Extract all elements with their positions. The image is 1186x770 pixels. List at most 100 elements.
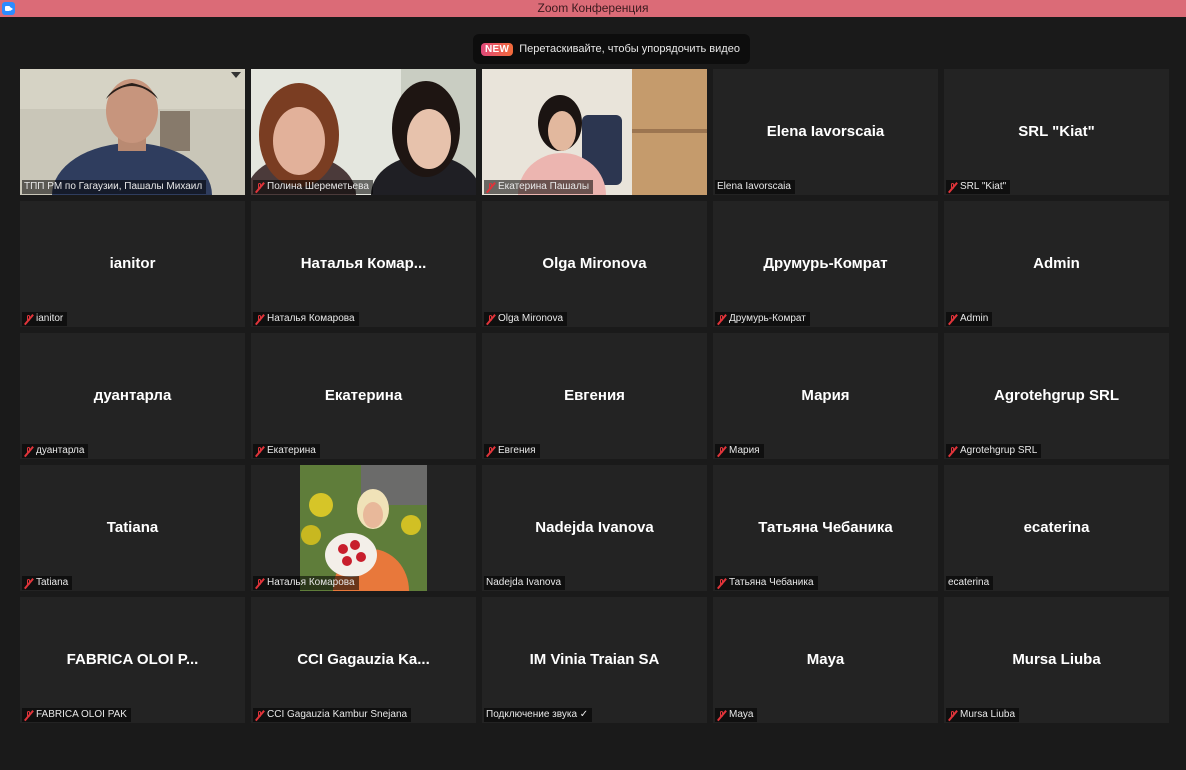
mic-muted-icon — [24, 314, 33, 325]
mic-muted-icon — [486, 314, 495, 325]
mic-muted-icon — [255, 314, 264, 325]
participant-tile[interactable]: SRL "Kiat" SRL "Kiat" — [944, 69, 1169, 195]
participant-tile[interactable]: Maya Maya — [713, 597, 938, 723]
participant-video — [251, 69, 476, 195]
participant-display-name: Elena Iavorscaia — [766, 123, 885, 140]
participant-nameplate: Elena Iavorscaia — [715, 180, 795, 194]
participant-tile[interactable]: Евгения Евгения — [482, 333, 707, 459]
participant-tile[interactable]: Наталья Комарова — [251, 465, 476, 591]
participant-nameplate: Екатерина Пашалы — [484, 180, 594, 194]
tooltip-text: Перетаскивайте, чтобы упорядочить видео — [519, 43, 740, 55]
participant-tile[interactable]: Tatiana Tatiana — [20, 465, 245, 591]
participant-display-name: Екатерина — [324, 387, 403, 404]
participant-tile[interactable]: ТПП РМ по Гагаузии, Пашалы Михаил — [20, 69, 245, 195]
title-bar: Zoom Конференция — [0, 0, 1186, 17]
new-badge: NEW — [481, 42, 514, 56]
drag-reorder-tooltip: NEW Перетаскивайте, чтобы упорядочить ви… — [473, 34, 750, 64]
mic-muted-icon — [255, 710, 264, 721]
mic-muted-icon — [948, 446, 957, 457]
tile-menu-icon[interactable] — [231, 72, 241, 78]
participant-nameplate: Екатерина — [253, 444, 320, 458]
participant-display-name: ianitor — [109, 255, 156, 272]
mic-muted-icon — [24, 578, 33, 589]
participant-display-name: Mursa Liuba — [1012, 651, 1101, 668]
mic-muted-icon — [255, 182, 264, 193]
participant-nameplate: ТПП РМ по Гагаузии, Пашалы Михаил — [22, 180, 207, 194]
mic-muted-icon — [486, 182, 495, 193]
participant-name-label: Mursa Liuba — [960, 709, 1016, 720]
participant-photo — [251, 465, 476, 591]
mic-muted-icon — [255, 446, 264, 457]
participant-tile[interactable]: Татьяна Чебаника Татьяна Чебаника — [713, 465, 938, 591]
participant-video — [482, 69, 707, 195]
participant-name-label: Nadejda Ivanova — [486, 577, 562, 588]
participant-tile[interactable]: CCI Gagauzia Ka... CCI Gagauzia Kambur Sn… — [251, 597, 476, 723]
participant-display-name: Мария — [801, 387, 850, 404]
participant-display-name: Tatiana — [106, 519, 159, 536]
participant-name-label: Tatiana — [36, 577, 69, 588]
participant-name-label: SRL "Kiat" — [960, 181, 1007, 192]
participant-name-label: ecaterina — [948, 577, 990, 588]
participant-tile[interactable]: Mursa Liuba Mursa Liuba — [944, 597, 1169, 723]
mic-muted-icon — [717, 578, 726, 589]
participant-tile[interactable]: IM Vinia Traian SA Подключение звука ✓ — [482, 597, 707, 723]
participant-name-label: Татьяна Чебаника — [729, 577, 814, 588]
participant-nameplate: Евгения — [484, 444, 540, 458]
participant-display-name: IM Vinia Traian SA — [529, 651, 660, 668]
participant-name-label: Olga Mironova — [498, 313, 564, 324]
mic-muted-icon — [948, 182, 957, 193]
participant-tile[interactable]: ianitor ianitor — [20, 201, 245, 327]
participant-nameplate: ianitor — [22, 312, 68, 326]
participant-display-name: Maya — [806, 651, 845, 668]
participant-nameplate: Наталья Комарова — [253, 576, 359, 590]
participant-name-label: FABRICA OLOI PAK — [36, 709, 127, 720]
participant-display-name: Admin — [1033, 255, 1080, 272]
participant-display-name: Agrotehgrup SRL — [994, 387, 1119, 404]
participant-display-name: CCI Gagauzia Ka... — [297, 651, 430, 668]
participant-nameplate: SRL "Kiat" — [946, 180, 1011, 194]
participant-name-label: Евгения — [498, 445, 536, 456]
participant-name-label: Подключение звука ✓ — [486, 709, 589, 720]
participant-tile[interactable]: FABRICA OLOI P... FABRICA OLOI PAK — [20, 597, 245, 723]
participant-nameplate: Полина Шереметьева — [253, 180, 373, 194]
participant-tile[interactable]: Olga Mironova Olga Mironova — [482, 201, 707, 327]
participant-tile[interactable]: Наталья Комар... Наталья Комарова — [251, 201, 476, 327]
participant-nameplate: Agrotehgrup SRL — [946, 444, 1042, 458]
participant-nameplate: Друмурь-Комрат — [715, 312, 810, 326]
participant-nameplate: ecaterina — [946, 576, 994, 590]
zoom-logo-icon — [2, 2, 15, 15]
participant-video — [20, 69, 245, 195]
mic-muted-icon — [486, 446, 495, 457]
participant-nameplate: Nadejda Ivanova — [484, 576, 566, 590]
participant-tile[interactable]: Екатерина Пашалы — [482, 69, 707, 195]
participant-tile[interactable]: Полина Шереметьева — [251, 69, 476, 195]
participant-tile[interactable]: Мария Мария — [713, 333, 938, 459]
participant-tile[interactable]: Agrotehgrup SRL Agrotehgrup SRL — [944, 333, 1169, 459]
participant-tile[interactable]: Екатерина Екатерина — [251, 333, 476, 459]
participant-display-name: ecaterina — [1023, 519, 1090, 536]
mic-muted-icon — [255, 578, 264, 589]
mic-muted-icon — [717, 446, 726, 457]
participant-name-label: Admin — [960, 313, 989, 324]
participant-tile[interactable]: Admin Admin — [944, 201, 1169, 327]
participant-tile[interactable]: ecaterina ecaterina — [944, 465, 1169, 591]
participant-display-name: Olga Mironova — [542, 255, 647, 272]
participant-display-name: Татьяна Чебаника — [758, 519, 893, 536]
mic-muted-icon — [717, 314, 726, 325]
mic-muted-icon — [24, 710, 33, 721]
participant-nameplate: Наталья Комарова — [253, 312, 359, 326]
participant-display-name: SRL "Kiat" — [1018, 123, 1095, 140]
participant-name-label: CCI Gagauzia Kambur Snejana — [267, 709, 408, 720]
mic-muted-icon — [948, 314, 957, 325]
participant-name-label: Екатерина — [267, 445, 316, 456]
participant-display-name: Nadejda Ivanova — [535, 519, 654, 536]
participant-tile[interactable]: Nadejda Ivanova Nadejda Ivanova — [482, 465, 707, 591]
participant-tile[interactable]: Elena Iavorscaia Elena Iavorscaia — [713, 69, 938, 195]
participant-nameplate: FABRICA OLOI PAK — [22, 708, 131, 722]
participant-name-label: Полина Шереметьева — [267, 181, 369, 192]
participant-name-label: ТПП РМ по Гагаузии, Пашалы Михаил — [24, 181, 203, 192]
participant-name-label: Мария — [729, 445, 760, 456]
participant-tile[interactable]: дуантарла дуантарла — [20, 333, 245, 459]
participant-nameplate: дуантарла — [22, 444, 89, 458]
participant-tile[interactable]: Друмурь-Комрат Друмурь-Комрат — [713, 201, 938, 327]
